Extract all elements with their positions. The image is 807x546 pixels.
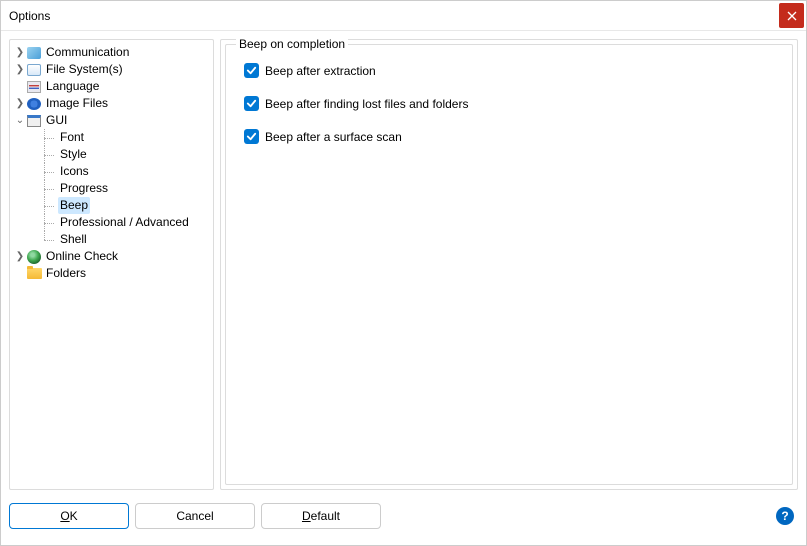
chevron-down-icon[interactable]: ⌄ [14,112,26,129]
filesystem-icon [26,62,42,78]
language-icon [26,79,42,95]
checkbox-beep-lostfiles[interactable] [244,96,259,111]
tree-label: Professional / Advanced [58,214,191,231]
checkbox-label: Beep after a surface scan [265,130,402,144]
tree-item-language[interactable]: Language [12,78,211,95]
tree-label: Icons [58,163,91,180]
content-area: ❯ Communication ❯ File System(s) Languag… [1,31,806,498]
checkbox-row-surfacescan[interactable]: Beep after a surface scan [244,129,774,144]
cancel-button[interactable]: Cancel [135,503,255,529]
fieldset-legend: Beep on completion [236,37,348,51]
tree-item-folders[interactable]: Folders [12,265,211,282]
online-check-icon [26,249,42,265]
tree-label: Folders [44,265,88,282]
options-tree[interactable]: ❯ Communication ❯ File System(s) Languag… [9,39,214,490]
tree-children-gui: Font Style Icons Progress Beep Professio… [12,129,211,248]
image-files-icon [26,96,42,112]
window-title: Options [9,9,779,23]
tree-label: File System(s) [44,61,125,78]
checkbox-beep-surfacescan[interactable] [244,129,259,144]
check-icon [246,65,257,76]
checkbox-row-extraction[interactable]: Beep after extraction [244,63,774,78]
communication-icon [26,45,42,61]
button-bar: OK Cancel Default ? [1,498,806,538]
chevron-right-icon[interactable]: ❯ [14,44,26,61]
folders-icon [26,266,42,282]
tree-label: Style [58,146,89,163]
tree-item-professional[interactable]: Professional / Advanced [12,214,211,231]
checkbox-row-lostfiles[interactable]: Beep after finding lost files and folder… [244,96,774,111]
tree-label: Font [58,129,86,146]
check-icon [246,98,257,109]
tree-item-gui[interactable]: ⌄ GUI [12,112,211,129]
tree-label: Language [44,78,101,95]
check-icon [246,131,257,142]
tree-label: Image Files [44,95,110,112]
tree-item-shell[interactable]: Shell [12,231,211,248]
tree-label: Shell [58,231,89,248]
gui-icon [26,113,42,129]
tree-label: Progress [58,180,110,197]
tree-label: Communication [44,44,131,61]
tree-item-communication[interactable]: ❯ Communication [12,44,211,61]
tree-item-icons[interactable]: Icons [12,163,211,180]
tree-item-beep[interactable]: Beep [12,197,211,214]
close-icon [787,11,797,21]
chevron-right-icon[interactable]: ❯ [14,248,26,265]
tree-label: Online Check [44,248,120,265]
chevron-right-icon[interactable]: ❯ [14,61,26,78]
chevron-right-icon[interactable]: ❯ [14,95,26,112]
tree-item-style[interactable]: Style [12,146,211,163]
titlebar: Options [1,1,806,31]
ok-button[interactable]: OK [9,503,129,529]
tree-item-onlinecheck[interactable]: ❯ Online Check [12,248,211,265]
checkbox-label: Beep after extraction [265,64,376,78]
default-button[interactable]: Default [261,503,381,529]
close-button[interactable] [779,3,804,28]
tree-item-progress[interactable]: Progress [12,180,211,197]
tree-item-font[interactable]: Font [12,129,211,146]
checkbox-beep-extraction[interactable] [244,63,259,78]
help-button[interactable]: ? [776,507,794,525]
tree-item-imagefiles[interactable]: ❯ Image Files [12,95,211,112]
tree-label: GUI [44,112,69,129]
beep-fieldset: Beep on completion Beep after extraction… [225,44,793,485]
tree-label: Beep [58,197,90,214]
settings-panel: Beep on completion Beep after extraction… [220,39,798,490]
tree-item-filesystems[interactable]: ❯ File System(s) [12,61,211,78]
checkbox-label: Beep after finding lost files and folder… [265,97,468,111]
